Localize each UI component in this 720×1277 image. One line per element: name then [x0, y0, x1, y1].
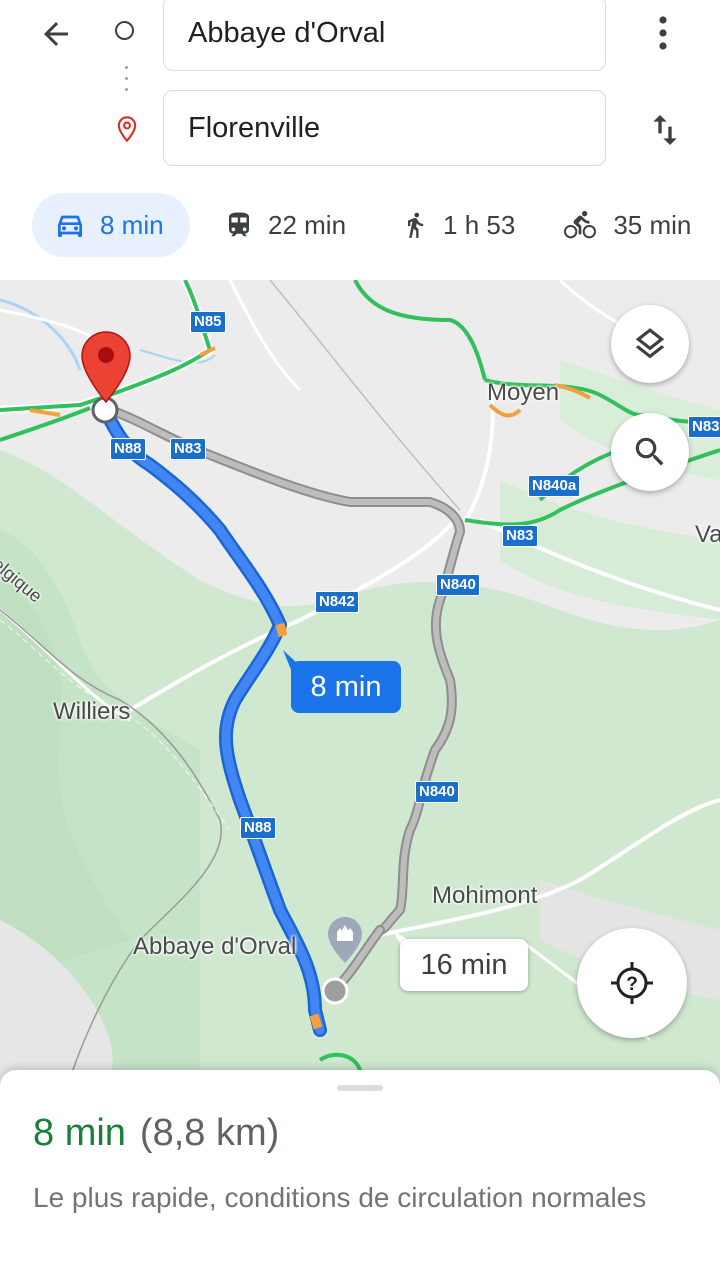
road-label: N88 [240, 817, 276, 839]
destination-pin-icon [117, 116, 137, 143]
route-duration: 8 min [33, 1112, 126, 1154]
mode-driving-label: 8 min [100, 209, 164, 240]
origin-input[interactable]: Abbaye d'Orval [163, 0, 606, 71]
car-icon [58, 215, 82, 237]
mode-transit-tab[interactable]: 22 min [224, 193, 346, 257]
more-vert-icon [659, 16, 667, 50]
travel-mode-tabs: 8 min 22 min 1 h 53 35 min [32, 193, 691, 257]
train-icon [229, 212, 249, 237]
search-along-route-button[interactable] [611, 413, 689, 491]
arrow-back-icon [44, 22, 68, 46]
place-label-edge: Va [695, 521, 720, 548]
layers-icon [635, 328, 665, 359]
primary-route-time-badge[interactable]: 8 min [291, 661, 401, 713]
location-unknown-icon: ? [611, 962, 653, 1004]
walk-icon [408, 212, 424, 238]
origin-circle-icon [115, 21, 134, 40]
bike-icon [564, 211, 597, 239]
my-location-button[interactable]: ? [577, 928, 687, 1038]
route-summary: 8 min (8,8 km) [33, 1112, 279, 1155]
abbey-poi-icon[interactable] [326, 915, 364, 965]
search-icon [635, 437, 664, 466]
back-button[interactable] [26, 12, 86, 56]
road-label: N88 [110, 438, 146, 460]
mode-cycling-tab[interactable]: 35 min [561, 193, 691, 257]
road-label: N840 [415, 781, 459, 803]
mode-cycling-label: 35 min [613, 209, 692, 240]
destination-input[interactable]: Florenville [163, 90, 606, 166]
mode-transit-label: 22 min [268, 209, 347, 240]
directions-header: Abbaye d'Orval Florenville 8 min 22 min … [0, 0, 720, 280]
place-label-mohimont: Mohimont [432, 882, 538, 909]
route-description: Le plus rapide, conditions de circulatio… [33, 1182, 647, 1213]
swap-directions-button[interactable] [640, 106, 690, 154]
svg-text:?: ? [626, 974, 638, 995]
route-summary-sheet[interactable]: 8 min (8,8 km) Le plus rapide, conditions… [0, 1070, 720, 1277]
mode-driving-tab[interactable]: 8 min [32, 193, 190, 257]
road-label: N83 [170, 438, 206, 460]
road-label: N83 [502, 525, 538, 547]
road-label: N83 [688, 416, 720, 438]
more-options-button[interactable] [640, 10, 686, 56]
layers-button[interactable] [611, 305, 689, 383]
road-label: N840 [436, 574, 480, 596]
road-label: N840a [528, 475, 581, 497]
swap-vert-icon [653, 115, 677, 145]
sheet-drag-handle[interactable] [337, 1085, 383, 1091]
mode-walking-tab[interactable]: 1 h 53 [401, 193, 515, 257]
route-connector-dots [125, 66, 129, 99]
map-view[interactable]: N85 N88 N83 N83 N840a N83 N842 N840 N840… [0, 280, 720, 1110]
road-label: N842 [315, 591, 359, 613]
place-label-williers: Williers [53, 698, 131, 725]
alternate-route-time-badge[interactable]: 16 min [400, 939, 528, 991]
road-label: N85 [190, 311, 226, 333]
destination-marker-icon[interactable] [80, 330, 132, 404]
place-label-abbaye: Abbaye d'Orval [133, 933, 297, 960]
route-distance: (8,8 km) [139, 1112, 280, 1154]
mode-walking-label: 1 h 53 [443, 209, 516, 240]
place-label-moyen: Moyen [487, 379, 560, 406]
